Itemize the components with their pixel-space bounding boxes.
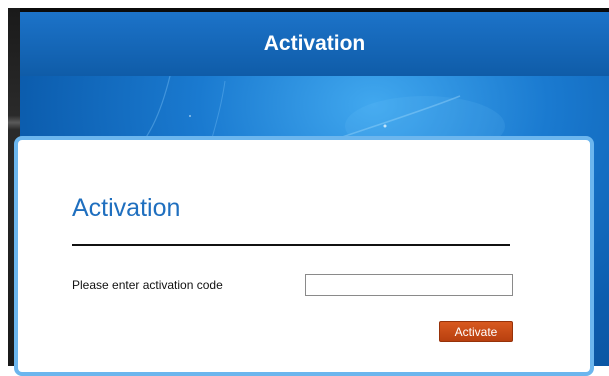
activation-code-label: Please enter activation code <box>72 278 223 292</box>
activation-card: Activation Please enter activation code … <box>14 136 594 376</box>
title-bar: Activation <box>20 12 609 77</box>
heading-divider <box>72 244 510 246</box>
activation-heading: Activation <box>72 194 181 222</box>
activation-code-input[interactable] <box>305 274 513 296</box>
activate-button[interactable]: Activate <box>439 321 513 342</box>
window-title: Activation <box>263 32 366 55</box>
